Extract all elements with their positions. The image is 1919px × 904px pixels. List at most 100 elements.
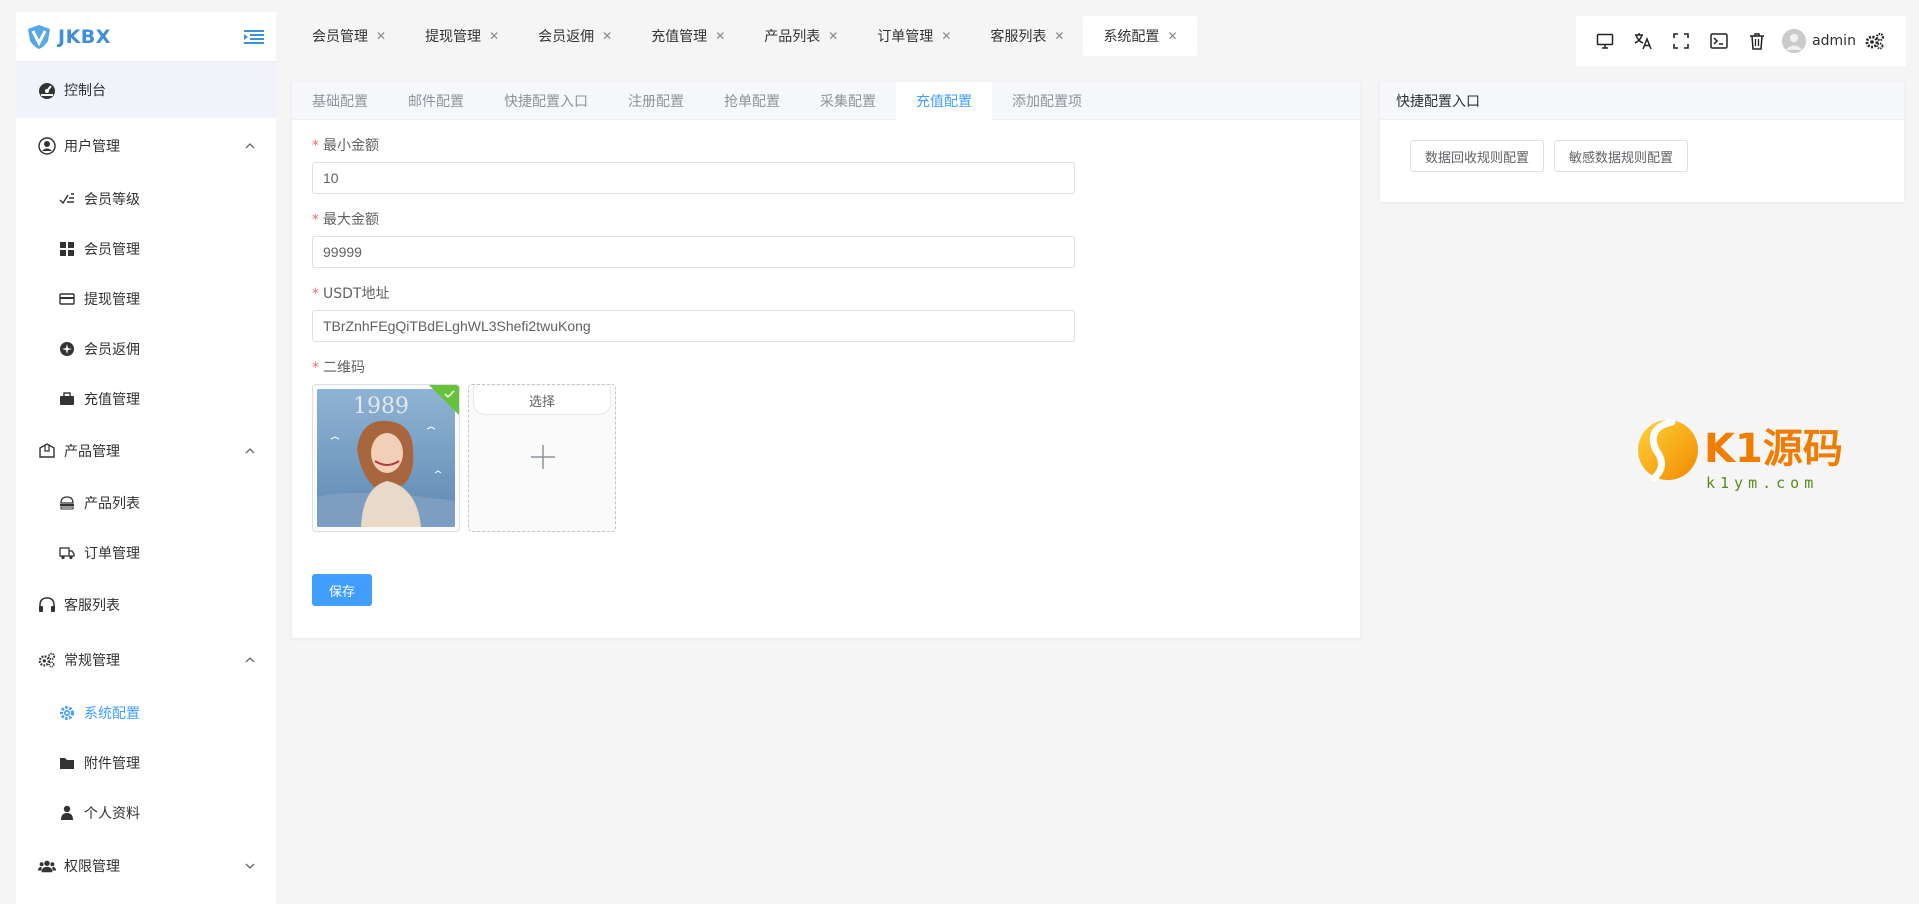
config-tab-basic[interactable]: 基础配置 (292, 82, 388, 120)
plus-icon (531, 445, 555, 469)
watermark-main-text: K1源码 (1704, 426, 1843, 472)
close-icon[interactable]: ✕ (828, 29, 838, 43)
tab-recharge-management[interactable]: 充值管理 ✕ (631, 16, 744, 56)
card-icon (58, 290, 76, 308)
sidebar-item-user-management[interactable]: 用户管理 (16, 118, 276, 174)
config-tab-register[interactable]: 注册配置 (608, 82, 704, 120)
sidebar-item-label: 控制台 (64, 83, 106, 99)
upload-list: 1989 选择 (312, 384, 1340, 532)
tab-member-commission[interactable]: 会员返佣 ✕ (518, 16, 631, 56)
tab-label: 提现管理 (425, 29, 482, 45)
recharge-config-form: *最小金额 *最大金额 *USDT地址 *二维码 (292, 120, 1360, 606)
close-icon[interactable]: ✕ (941, 29, 951, 43)
qrcode-thumbnail[interactable]: 1989 (312, 384, 460, 532)
data-recycle-rule-button[interactable]: 数据回收规则配置 (1410, 140, 1545, 172)
sidebar-item-member-level[interactable]: 会员等级 (16, 174, 276, 224)
monitor-icon[interactable] (1586, 21, 1624, 61)
sidebar-item-general-management[interactable]: 常规管理 (16, 632, 276, 688)
config-card: 基础配置 邮件配置 快捷配置入口 注册配置 抢单配置 采集配置 充值配置 添加配… (292, 82, 1360, 638)
max-amount-input[interactable] (312, 236, 1075, 268)
sidebar-item-member-commission[interactable]: 会员返佣 (16, 324, 276, 374)
config-tab-quick-entry[interactable]: 快捷配置入口 (484, 82, 608, 120)
field-label: * 最小金额 (312, 138, 379, 154)
folder-icon (58, 754, 76, 772)
tab-order-management[interactable]: 订单管理 ✕ (857, 16, 970, 56)
tab-label: 订单管理 (877, 29, 934, 45)
sidebar-item-label: 产品列表 (84, 496, 140, 512)
close-icon[interactable]: ✕ (715, 29, 725, 43)
sidebar-item-label: 会员等级 (84, 192, 140, 208)
trash-icon[interactable] (1738, 21, 1776, 61)
min-amount-field: * 最小金额 (312, 134, 1340, 194)
tab-system-config[interactable]: 系统配置 ✕ (1083, 16, 1197, 56)
terminal-icon[interactable] (1700, 21, 1738, 61)
quick-config-card: 快捷配置入口 数据回收规则配置 敏感数据规则配置 (1380, 82, 1904, 202)
sidebar-item-attachment-management[interactable]: 附件管理 (16, 738, 276, 788)
config-tab-recharge[interactable]: 充值配置 (896, 82, 992, 120)
qrcode-upload-picker[interactable]: 选择 (468, 384, 616, 532)
close-icon[interactable]: ✕ (376, 29, 386, 43)
close-icon[interactable]: ✕ (1054, 29, 1064, 43)
select-file-button[interactable]: 选择 (473, 387, 611, 415)
min-amount-input[interactable] (312, 162, 1075, 194)
sidebar-item-order-management[interactable]: 订单管理 (16, 528, 276, 578)
config-tab-collect[interactable]: 采集配置 (800, 82, 896, 120)
tab-product-list[interactable]: 产品列表 ✕ (744, 16, 857, 56)
quick-config-buttons: 数据回收规则配置 敏感数据规则配置 (1380, 120, 1904, 172)
briefcase-icon (58, 390, 76, 408)
shield-logo-icon (28, 24, 50, 49)
grid-icon (58, 240, 76, 258)
sidebar-item-label: 客服列表 (64, 598, 120, 614)
sidebar-item-service-list[interactable]: 客服列表 (16, 578, 276, 632)
sidebar-item-member-management[interactable]: 会员管理 (16, 224, 276, 274)
config-tabs: 基础配置 邮件配置 快捷配置入口 注册配置 抢单配置 采集配置 充值配置 添加配… (292, 82, 1360, 120)
page-tabs: 会员管理 ✕ 提现管理 ✕ 会员返佣 ✕ 充值管理 ✕ 产品列表 ✕ 订单管理 ✕ 客服列表… (292, 16, 1197, 56)
sidebar-item-withdraw-management[interactable]: 提现管理 (16, 274, 276, 324)
person-icon (58, 804, 76, 822)
close-icon[interactable]: ✕ (1167, 29, 1177, 43)
tab-withdraw-management[interactable]: 提现管理 ✕ (405, 16, 518, 56)
sidebar: JKBX 控制台 用户管理 会员等级 会员管理 提现管理 会员返佣 充值管理 产… (16, 12, 276, 904)
avatar (1782, 29, 1807, 53)
chevron-up-icon (245, 448, 255, 454)
settings-gears-icon[interactable] (1856, 21, 1894, 61)
tab-label: 会员管理 (312, 29, 368, 45)
close-icon[interactable]: ✕ (602, 29, 612, 43)
logo-bar: JKBX (16, 12, 276, 62)
qrcode-field: * 二维码 1989 选择 (312, 356, 1340, 532)
field-label: * USDT地址 (312, 286, 390, 302)
sidebar-item-dashboard[interactable]: 控制台 (16, 62, 276, 118)
tab-label: 充值管理 (651, 29, 708, 45)
sidebar-item-label: 会员管理 (84, 242, 140, 258)
sidebar-item-product-management[interactable]: 产品管理 (16, 424, 276, 478)
user-menu[interactable]: admin (1782, 29, 1856, 53)
sidebar-item-permission-management[interactable]: 权限管理 (16, 838, 276, 894)
close-icon[interactable]: ✕ (489, 29, 499, 43)
config-tab-email[interactable]: 邮件配置 (388, 82, 484, 120)
sidebar-item-recharge-management[interactable]: 充值管理 (16, 374, 276, 424)
sidebar-item-label: 充值管理 (84, 392, 140, 408)
config-tab-add-item[interactable]: 添加配置项 (992, 82, 1102, 120)
sidebar-item-label: 订单管理 (84, 546, 140, 562)
sensitive-data-rule-button[interactable]: 敏感数据规则配置 (1554, 140, 1689, 172)
sidebar-item-system-config[interactable]: 系统配置 (16, 688, 276, 738)
sidebar-item-label: 会员返佣 (84, 342, 140, 358)
headset-icon (38, 596, 56, 614)
brand-name: JKBX (58, 25, 111, 48)
sidebar-item-label: 系统配置 (84, 706, 140, 722)
fullscreen-icon[interactable] (1662, 21, 1700, 61)
tab-service-list[interactable]: 客服列表 ✕ (970, 16, 1083, 56)
svg-text:1989: 1989 (353, 394, 409, 419)
dashboard-icon (38, 81, 56, 99)
package-icon (38, 442, 56, 460)
sidebar-item-product-list[interactable]: 产品列表 (16, 478, 276, 528)
menu-collapse-icon[interactable] (244, 29, 264, 45)
translate-icon[interactable] (1624, 21, 1662, 61)
level-icon (58, 190, 76, 208)
config-tab-grab-order[interactable]: 抢单配置 (704, 82, 800, 120)
sidebar-item-profile[interactable]: 个人资料 (16, 788, 276, 838)
quick-config-title: 快捷配置入口 (1380, 82, 1904, 120)
save-button[interactable]: 保存 (312, 574, 372, 606)
usdt-address-input[interactable] (312, 310, 1075, 342)
tab-member-management[interactable]: 会员管理 ✕ (292, 16, 405, 56)
